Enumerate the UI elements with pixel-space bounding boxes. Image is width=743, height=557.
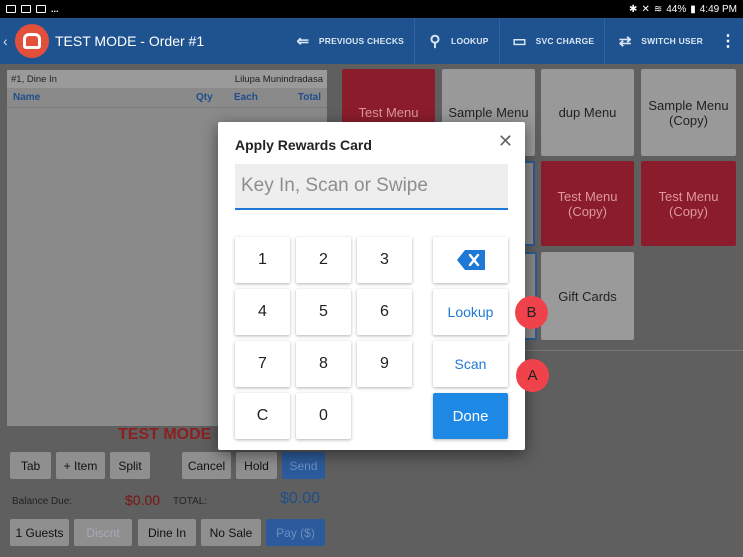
- lookup-button[interactable]: Lookup: [433, 289, 508, 335]
- key-8[interactable]: 8: [296, 341, 351, 387]
- send-button[interactable]: Send: [282, 452, 325, 479]
- key-7[interactable]: 7: [235, 341, 290, 387]
- order-header: #1, Dine In Lilupa Munindradasa: [7, 70, 327, 88]
- gift-cards-tile[interactable]: Gift Cards: [541, 252, 634, 340]
- mail-icon: [6, 5, 16, 13]
- switch-user-icon: ⇄: [618, 33, 632, 50]
- status-bar: ... ✱ ✕ ≋ 44% ▮ 4:49 PM: [0, 0, 743, 18]
- order-columns: Name Qty Each Total: [7, 88, 327, 108]
- menu-tile[interactable]: Test Menu (Copy): [541, 161, 634, 246]
- discount-button[interactable]: Discnt: [74, 519, 132, 546]
- key-2[interactable]: 2: [296, 237, 351, 283]
- server-name: Lilupa Munindradasa: [234, 73, 323, 85]
- no-sale-button[interactable]: No Sale: [201, 519, 261, 546]
- close-icon[interactable]: ✕: [498, 131, 513, 152]
- column-total: Total: [297, 92, 321, 103]
- key-9[interactable]: 9: [357, 341, 412, 387]
- menu-tile[interactable]: dup Menu: [541, 69, 634, 156]
- clock: 4:49 PM: [699, 3, 737, 15]
- app-logo[interactable]: [15, 24, 49, 58]
- previous-checks-button[interactable]: ⇐ PREVIOUS CHECKS: [283, 18, 414, 64]
- key-3[interactable]: 3: [357, 237, 412, 283]
- order-info: #1, Dine In: [11, 73, 57, 85]
- cancel-button[interactable]: Cancel: [182, 452, 231, 479]
- previous-checks-icon: ⇐: [296, 33, 310, 50]
- column-name: Name: [13, 92, 41, 103]
- key-4[interactable]: 4: [235, 289, 290, 335]
- system-status: ✱ ✕ ≋ 44% ▮ 4:49 PM: [629, 4, 737, 15]
- overflow-menu-icon[interactable]: ⋮: [713, 31, 743, 51]
- wifi-icon: ≋: [653, 3, 663, 15]
- backspace-button[interactable]: [433, 237, 508, 283]
- callout-a: A: [516, 359, 549, 392]
- notification-icons: ...: [6, 4, 59, 14]
- key-clear[interactable]: C: [235, 393, 290, 439]
- lookup-button[interactable]: ⚲ LOOKUP: [414, 18, 499, 64]
- tab-button[interactable]: Tab: [10, 452, 51, 479]
- switch-user-button[interactable]: ⇄ SWITCH USER: [604, 18, 713, 64]
- key-6[interactable]: 6: [357, 289, 412, 335]
- battery-level: 44%: [666, 3, 687, 15]
- app-bar: ‹ TEST MODE - Order #1 ⇐ PREVIOUS CHECKS…: [0, 18, 743, 64]
- rewards-card-input[interactable]: [235, 164, 508, 210]
- callout-b: B: [515, 296, 548, 329]
- menu-tile[interactable]: Test Menu (Copy): [641, 161, 736, 246]
- bluetooth-icon: ✱: [629, 3, 638, 15]
- key-5[interactable]: 5: [296, 289, 351, 335]
- key-0[interactable]: 0: [296, 393, 351, 439]
- guests-button[interactable]: 1 Guests: [10, 519, 69, 546]
- image-icon: [21, 5, 31, 13]
- total-value: $0.00: [280, 490, 321, 507]
- menu-tile[interactable]: Sample Menu (Copy): [641, 69, 736, 156]
- key-1[interactable]: 1: [235, 237, 290, 283]
- pay-button[interactable]: Pay ($): [266, 519, 325, 546]
- dine-in-button[interactable]: Dine In: [138, 519, 196, 546]
- balance-due-label: Balance Due:: [12, 496, 73, 507]
- app-actions: ⇐ PREVIOUS CHECKS ⚲ LOOKUP ▭ SVC CHARGE …: [283, 18, 743, 64]
- video-icon: [36, 5, 46, 13]
- apply-rewards-card-dialog: Apply Rewards Card ✕ 1 2 3 4 5 6 Lookup …: [218, 122, 525, 450]
- scan-button[interactable]: Scan: [433, 341, 508, 387]
- add-item-button[interactable]: + Item: [56, 452, 105, 479]
- balance-due-value: $0.00: [125, 492, 161, 508]
- dialog-title: Apply Rewards Card: [235, 137, 372, 153]
- total-label: TOTAL:: [173, 496, 208, 507]
- split-button[interactable]: Split: [110, 452, 150, 479]
- svc-charge-button[interactable]: ▭ SVC CHARGE: [498, 18, 605, 64]
- page-title: TEST MODE - Order #1: [55, 33, 205, 49]
- column-qty: Qty: [196, 92, 213, 103]
- hold-button[interactable]: Hold: [236, 452, 277, 479]
- service-charge-icon: ▭: [512, 33, 527, 50]
- column-each: Each: [234, 92, 258, 103]
- test-mode-banner: TEST MODE: [118, 426, 212, 443]
- mute-icon: ✕: [641, 3, 650, 15]
- back-chevron-icon[interactable]: ‹: [3, 33, 13, 49]
- search-icon: ⚲: [429, 33, 441, 50]
- battery-icon: ▮: [690, 3, 696, 15]
- backspace-icon: [456, 250, 485, 270]
- done-button[interactable]: Done: [433, 393, 508, 439]
